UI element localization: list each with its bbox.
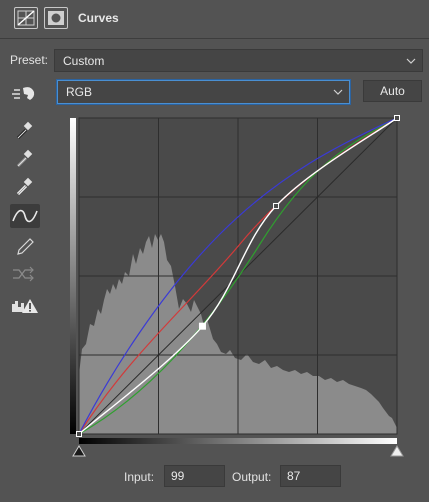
black-point-eyedropper-icon[interactable] xyxy=(10,118,40,142)
output-gradient-bar xyxy=(70,118,76,434)
input-field[interactable]: 99 xyxy=(164,465,225,487)
white-point-slider xyxy=(390,445,404,457)
output-label: Output: xyxy=(232,470,272,484)
target-adjustment-icon[interactable] xyxy=(10,82,40,106)
preset-value: Custom xyxy=(63,54,105,68)
chevron-down-icon xyxy=(406,50,416,79)
channel-value: RGB xyxy=(66,85,93,99)
curves-graph[interactable] xyxy=(70,114,405,465)
panel-title: Curves xyxy=(78,11,119,25)
pencil-draw-icon[interactable] xyxy=(10,234,40,258)
input-label: Input: xyxy=(124,470,155,484)
smooth-curve-icon xyxy=(10,262,40,286)
gray-point-eyedropper-icon[interactable] xyxy=(10,146,40,170)
adjustment-layer-icon[interactable] xyxy=(14,7,38,29)
preset-dropdown[interactable]: Custom xyxy=(54,49,423,72)
panel-header: Curves xyxy=(0,0,429,39)
black-point-slider xyxy=(72,445,86,457)
auto-button[interactable]: Auto xyxy=(363,80,422,102)
chevron-down-icon xyxy=(333,81,343,110)
layer-mask-icon[interactable] xyxy=(44,7,68,29)
input-gradient-bar xyxy=(79,438,397,444)
white-point-eyedropper-icon[interactable] xyxy=(10,174,40,198)
curve-control-point[interactable] xyxy=(76,431,82,437)
clipping-warning-icon[interactable] xyxy=(10,294,40,318)
curve-control-point[interactable] xyxy=(273,202,280,209)
curve-edit-icon[interactable] xyxy=(10,204,40,228)
curve-control-point[interactable] xyxy=(394,115,400,121)
channel-dropdown[interactable]: RGB xyxy=(57,80,350,104)
output-field[interactable]: 87 xyxy=(280,465,341,487)
curve-control-point[interactable] xyxy=(198,322,206,330)
preset-label: Preset: xyxy=(10,53,49,67)
